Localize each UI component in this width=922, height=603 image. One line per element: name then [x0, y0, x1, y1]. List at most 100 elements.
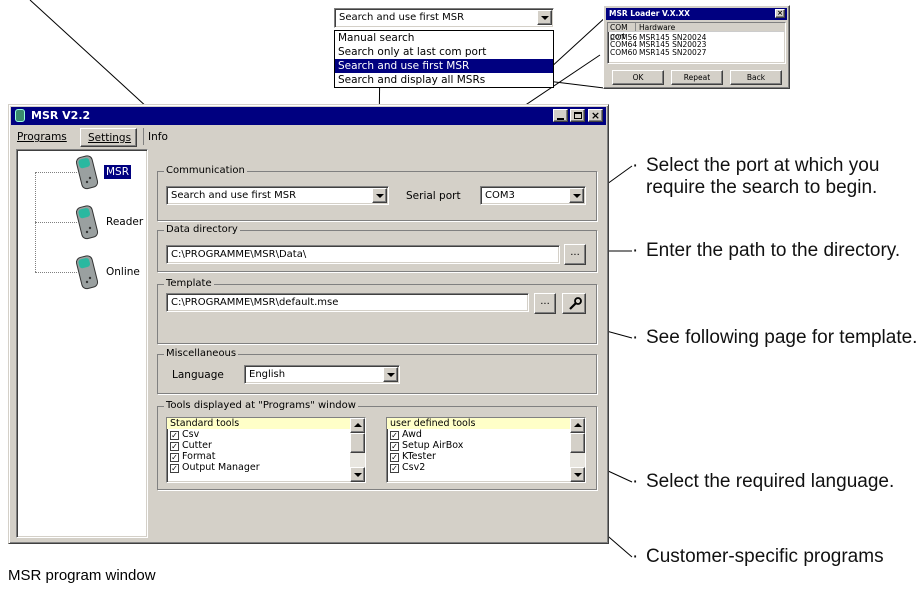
data-directory-title: Data directory — [164, 224, 240, 235]
option-last-com-port[interactable]: Search only at last com port — [335, 45, 553, 59]
checkbox-checked-icon: ✓ — [390, 431, 399, 440]
standard-tools-list: Standard tools ✓ Csv ✓ Cutter ✓ Format ✓ Out… — [166, 417, 366, 483]
loader-repeat-button[interactable]: Repeat — [671, 70, 723, 85]
communication-title: Communication — [164, 165, 247, 176]
checkbox-checked-icon: ✓ — [390, 464, 399, 473]
list-item[interactable]: ✓ Setup AirBox — [387, 440, 585, 451]
msr-main-window: MSR V2.2 × Programs Settings Info MSR Re… — [8, 104, 609, 544]
menu-separator — [143, 128, 144, 145]
checkbox-checked-icon: ✓ — [390, 453, 399, 462]
tree-item-reader[interactable]: Reader — [104, 215, 145, 229]
checkbox-checked-icon: ✓ — [170, 453, 179, 462]
callout-serial-port: · Select the port at which you require th… — [632, 155, 880, 198]
chevron-down-icon[interactable] — [372, 188, 387, 203]
menu-programs[interactable]: Programs — [17, 131, 67, 143]
tree-item-msr[interactable]: MSR — [104, 165, 132, 179]
template-group: Template C:\PROGRAMME\MSR\default.mse ..… — [157, 278, 597, 344]
menu-settings[interactable]: Settings — [80, 128, 137, 147]
scroll-up-icon[interactable] — [570, 418, 585, 433]
loader-list-header: COM port Hardware — [608, 23, 785, 41]
tools-group: Tools displayed at "Programs" window Sta… — [157, 400, 597, 490]
standard-tools-header: Standard tools — [167, 418, 365, 429]
chevron-down-icon[interactable] — [537, 10, 552, 25]
msr-device-icon[interactable] — [75, 154, 101, 190]
callout-data-directory: · Enter the path to the directory. — [632, 240, 901, 261]
search-mode-combobox[interactable]: Search and use first MSR — [334, 8, 554, 28]
chevron-down-icon[interactable] — [383, 367, 398, 382]
callout-language: · Select the required language. — [632, 471, 895, 492]
wrench-icon — [567, 297, 583, 311]
list-item[interactable]: ✓ Cutter — [167, 440, 365, 451]
reader-device-icon[interactable] — [75, 204, 101, 240]
option-display-all-msrs[interactable]: Search and display all MSRs — [335, 73, 553, 87]
loader-titlebar: MSR Loader V.X.XX × — [606, 8, 787, 20]
language-label: Language — [172, 369, 224, 381]
scroll-down-icon[interactable] — [350, 467, 365, 482]
template-input[interactable]: C:\PROGRAMME\MSR\default.mse — [166, 293, 529, 312]
data-directory-group: Data directory C:\PROGRAMME\MSR\Data\ ..… — [157, 224, 597, 272]
loader-title: MSR Loader V.X.XX — [609, 9, 690, 18]
navigation-tree: MSR Reader Online — [16, 149, 148, 538]
option-use-first-msr[interactable]: Search and use first MSR — [335, 59, 553, 73]
bullet: · — [632, 471, 639, 492]
bullet: · — [632, 546, 639, 567]
table-row[interactable]: COM64 MSR145 SN20023 — [608, 40, 785, 49]
miscellaneous-group: Miscellaneous Language English — [157, 348, 597, 394]
list-item[interactable]: ✓ Csv — [167, 429, 365, 440]
tree-item-online[interactable]: Online — [104, 265, 142, 279]
menu-info[interactable]: Info — [148, 131, 168, 143]
checkbox-checked-icon: ✓ — [170, 431, 179, 440]
list-item[interactable]: ✓ Format — [167, 451, 365, 462]
user-tools-header: user defined tools — [387, 418, 585, 429]
scroll-thumb[interactable] — [570, 433, 585, 453]
list-item[interactable]: ✓ KTester — [387, 451, 585, 462]
loader-port-list: COM port Hardware COM56 MSR145 SN20024 CO… — [607, 22, 786, 64]
scroll-up-icon[interactable] — [350, 418, 365, 433]
data-directory-input[interactable]: C:\PROGRAMME\MSR\Data\ — [166, 245, 560, 264]
list-item[interactable]: ✓ Awd — [387, 429, 585, 440]
option-manual-search[interactable]: Manual search — [335, 31, 553, 45]
user-tools-scrollbar[interactable] — [570, 418, 585, 482]
template-title: Template — [164, 278, 214, 289]
user-tools-list: user defined tools ✓ Awd ✓ Setup AirBox ✓ K… — [386, 417, 586, 483]
communication-group: Communication Search and use first MSR S… — [157, 165, 597, 221]
minimize-icon[interactable] — [553, 109, 568, 122]
loader-back-button[interactable]: Back — [730, 70, 782, 85]
checkbox-checked-icon: ✓ — [390, 442, 399, 451]
checkbox-checked-icon: ✓ — [170, 442, 179, 451]
serial-port-label: Serial port — [406, 190, 461, 202]
table-row[interactable]: COM56 MSR145 SN20024 — [608, 32, 785, 42]
tree-connector — [35, 222, 77, 223]
online-device-icon[interactable] — [75, 254, 101, 290]
template-browse-button[interactable]: ... — [534, 293, 556, 314]
window-titlebar: MSR V2.2 × — [11, 107, 606, 125]
window-title: MSR V2.2 — [31, 109, 91, 122]
list-item[interactable]: ✓ Csv2 — [387, 462, 585, 473]
chevron-down-icon[interactable] — [569, 188, 584, 203]
checkbox-checked-icon: ✓ — [170, 464, 179, 473]
miscellaneous-title: Miscellaneous — [164, 348, 239, 359]
tree-connector — [35, 172, 77, 173]
language-select[interactable]: English — [244, 365, 400, 384]
data-directory-browse-button[interactable]: ... — [564, 244, 586, 265]
search-mode-options: Manual search Search only at last com po… — [334, 30, 554, 88]
scroll-thumb[interactable] — [350, 433, 365, 453]
standard-tools-scrollbar[interactable] — [350, 418, 365, 482]
msr-loader-window: MSR Loader V.X.XX × COM port Hardware CO… — [603, 5, 790, 89]
maximize-icon[interactable] — [570, 109, 585, 122]
scroll-down-icon[interactable] — [570, 467, 585, 482]
close-icon[interactable]: × — [775, 9, 785, 18]
bullet: · — [632, 327, 639, 348]
list-item[interactable]: ✓ Output Manager — [167, 462, 365, 473]
serial-port-select[interactable]: COM3 — [480, 186, 586, 205]
figure-caption: MSR program window — [8, 567, 156, 584]
template-edit-button[interactable] — [562, 293, 586, 314]
bullet: · — [632, 155, 639, 176]
search-mode-select[interactable]: Search and use first MSR — [166, 186, 389, 205]
callout-template: · See following page for template. — [632, 327, 918, 348]
close-icon[interactable]: × — [588, 109, 603, 122]
tools-title: Tools displayed at "Programs" window — [164, 400, 358, 411]
table-row[interactable]: COM60 MSR145 SN20027 — [608, 48, 785, 57]
bullet: · — [632, 240, 639, 261]
loader-ok-button[interactable]: OK — [612, 70, 664, 85]
